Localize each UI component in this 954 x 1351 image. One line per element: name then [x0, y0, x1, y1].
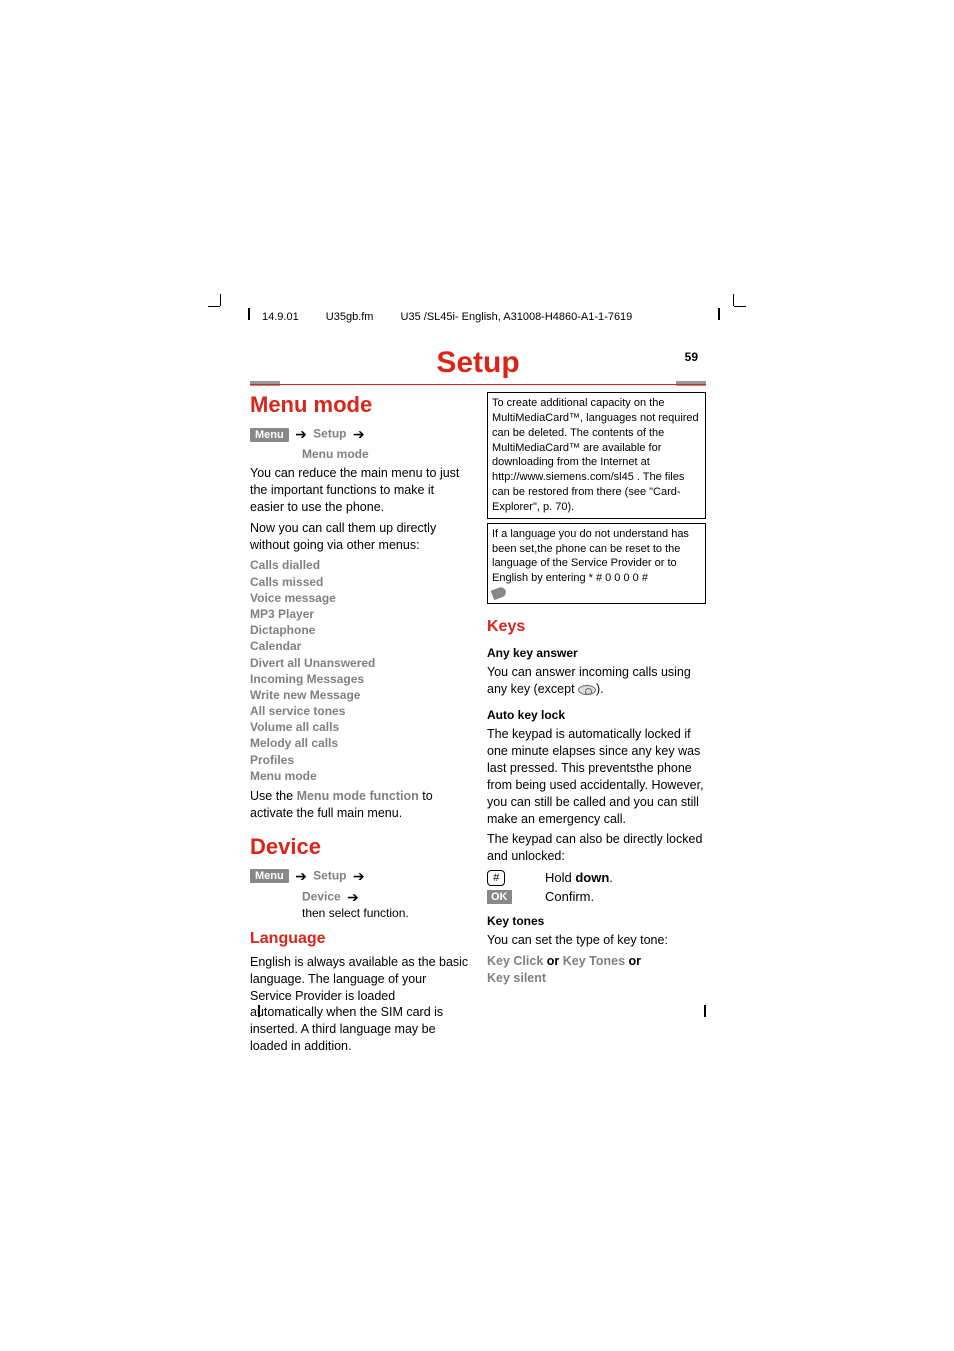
text-or: or	[543, 954, 562, 968]
crop-bar-tl	[248, 308, 250, 320]
arrow-icon: ➔	[353, 868, 365, 884]
para-set-tone: You can set the type of key tone:	[487, 932, 706, 949]
text: Use the	[250, 789, 297, 803]
nav-path-device-3: then select function.	[302, 906, 469, 920]
para-intro-2: Now you can call them up directly withou…	[250, 520, 469, 554]
key-tone-options: Key Click or Key Tones or Key silent	[487, 953, 706, 987]
power-icon	[578, 685, 596, 695]
nav-path-device-2: Device ➔	[302, 889, 469, 906]
key-silent-label: Key silent	[487, 971, 546, 985]
heading-auto-key-lock: Auto key lock	[487, 708, 706, 722]
confirm-text: Confirm.	[545, 889, 594, 904]
key-click-label: Key Click	[487, 954, 543, 968]
menu-button-label: Menu	[250, 428, 289, 442]
title-rule	[250, 384, 706, 385]
shortcut-item: Volume all calls	[250, 719, 469, 735]
nav-path-device: Menu ➔ Setup ➔	[250, 868, 469, 885]
shortcut-item: Incoming Messages	[250, 671, 469, 687]
then-select: then select function.	[302, 906, 409, 920]
nav-menu-mode: Menu mode	[302, 447, 369, 461]
shortcut-item: Profiles	[250, 752, 469, 768]
action-row-hold: # Hold down.	[487, 869, 706, 886]
arrow-icon: ➔	[295, 426, 307, 442]
heading-key-tones: Key tones	[487, 914, 706, 928]
arrow-icon: ➔	[347, 889, 359, 905]
para-language: English is always available as the basic…	[250, 954, 469, 1055]
key-tones-label: Key Tones	[563, 954, 625, 968]
ok-button-label: OK	[487, 890, 512, 904]
para-intro-1: You can reduce the main menu to just the…	[250, 465, 469, 516]
menu-button-label: Menu	[250, 869, 289, 883]
crop-mark-tl	[220, 306, 240, 326]
reset-code: * # 0 0 0 0 #	[589, 572, 648, 584]
text: .	[609, 870, 613, 885]
text-or: or	[625, 954, 641, 968]
heading-keys: Keys	[487, 618, 706, 636]
para-use-menu-mode: Use the Menu mode function to activate t…	[250, 788, 469, 822]
action-row-confirm: OK Confirm.	[487, 889, 706, 905]
arrow-icon: ➔	[353, 426, 365, 442]
heading-device: Device	[250, 834, 469, 860]
para-auto-lock: The keypad is automatically locked if on…	[487, 726, 706, 827]
info-text: To create additional capacity on the Mul…	[492, 396, 701, 515]
text: Hold	[545, 870, 575, 885]
shortcut-item: Calls dialled	[250, 557, 469, 573]
info-text: If a language you do not understand has …	[492, 527, 701, 586]
page-title-wrap: Setup	[250, 346, 706, 380]
header-date: 14.9.01	[262, 311, 299, 323]
crop-mark-tr	[714, 306, 734, 326]
shortcut-item: Dictaphone	[250, 622, 469, 638]
shortcut-item: Menu mode	[250, 768, 469, 784]
info-box-capacity: To create additional capacity on the Mul…	[487, 392, 706, 519]
para-lock-unlock: The keypad can also be directly locked a…	[487, 831, 706, 865]
hold-bold: down	[575, 870, 609, 885]
nav-device: Device	[302, 889, 341, 903]
shortcut-item: Voice message	[250, 590, 469, 606]
page-number: 59	[685, 350, 698, 364]
header-doc: U35 /SL45i- English, A31008-H4860-A1-1-7…	[401, 311, 633, 323]
para-any-key: You can answer incoming calls using any …	[487, 664, 706, 698]
content-columns: Menu mode Menu ➔ Setup ➔ Menu mode You c…	[250, 392, 706, 1059]
shortcut-item: Melody all calls	[250, 735, 469, 751]
heading-language: Language	[250, 930, 469, 948]
ok-key-cell: OK	[487, 889, 515, 905]
nav-path-menu-mode: Menu ➔ Setup ➔	[250, 426, 469, 443]
heading-menu-mode: Menu mode	[250, 392, 469, 418]
text: ).	[596, 682, 604, 696]
info-box-language-reset: If a language you do not understand has …	[487, 523, 706, 605]
crop-bar-tr	[718, 308, 720, 320]
shortcut-item: Write new Message	[250, 687, 469, 703]
shortcut-item: Calls missed	[250, 574, 469, 590]
nav-setup: Setup	[313, 427, 346, 441]
hold-down-text: Hold down.	[545, 870, 613, 885]
left-column: Menu mode Menu ➔ Setup ➔ Menu mode You c…	[250, 392, 469, 1059]
heading-any-key-answer: Any key answer	[487, 646, 706, 660]
shortcut-item: Calendar	[250, 638, 469, 654]
header-file: U35gb.fm	[326, 311, 374, 323]
nav-setup: Setup	[313, 868, 346, 882]
shortcut-item: Divert all Unanswered	[250, 655, 469, 671]
right-column: To create additional capacity on the Mul…	[487, 392, 706, 1059]
hash-key-icon: #	[487, 870, 505, 886]
page-title: Setup	[436, 346, 519, 380]
shortcut-item: All service tones	[250, 703, 469, 719]
arrow-icon: ➔	[295, 868, 307, 884]
nav-path-menu-mode-2: Menu mode	[302, 447, 469, 461]
running-header: 14.9.01 U35gb.fm U35 /SL45i- English, A3…	[262, 311, 656, 323]
menu-mode-func-label: Menu mode function	[297, 789, 419, 803]
shortcut-item: MP3 Player	[250, 606, 469, 622]
hash-key-cell: #	[487, 869, 515, 886]
call-icon	[491, 586, 508, 600]
